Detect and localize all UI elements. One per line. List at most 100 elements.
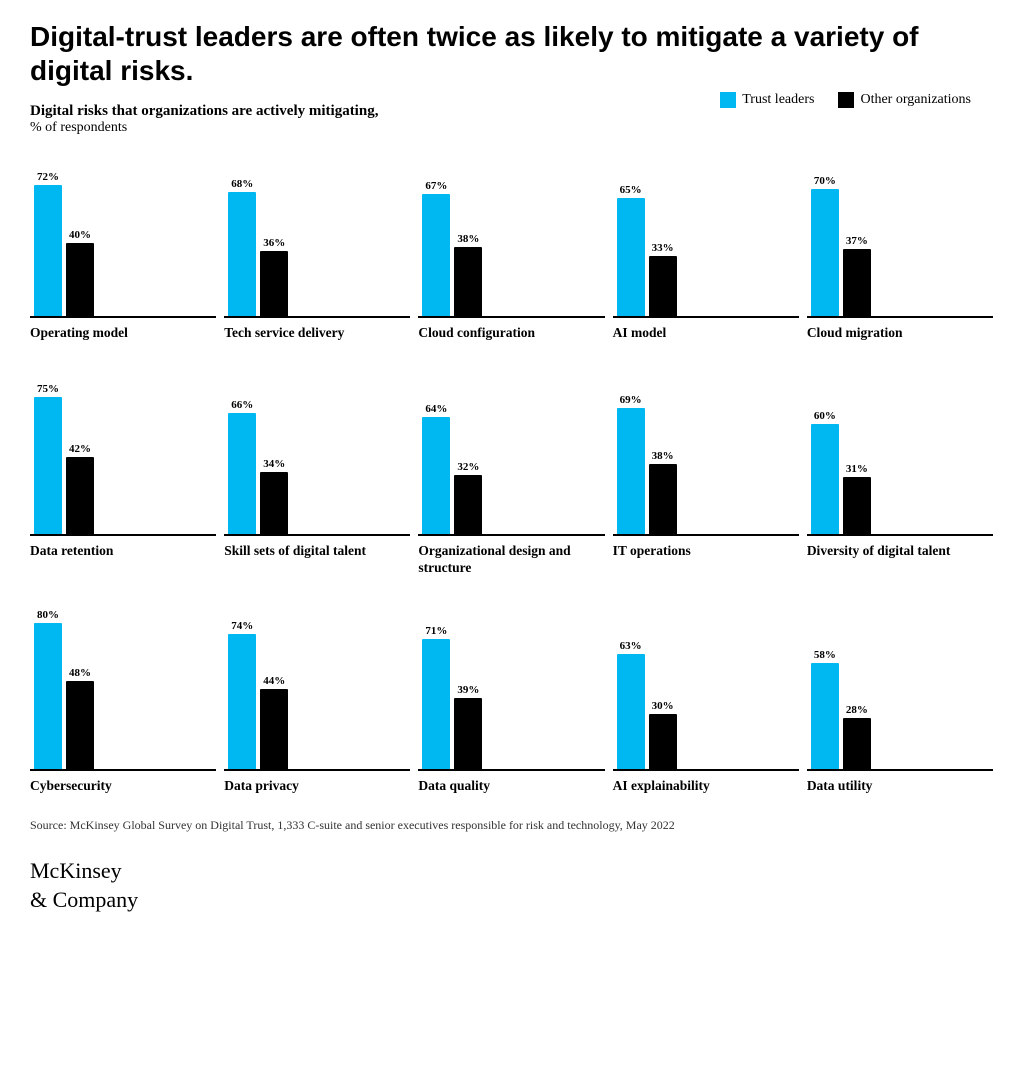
other-bar-wrapper: 34% — [260, 458, 288, 534]
chart-separator-line — [418, 769, 604, 771]
trust-bar — [617, 654, 645, 769]
other-orgs-label: Other organizations — [860, 92, 971, 108]
trust-bar — [34, 185, 62, 316]
trust-bar-value: 70% — [814, 175, 836, 187]
trust-bar-wrapper: 75% — [34, 383, 62, 534]
trust-bar-value: 80% — [37, 609, 59, 621]
chart-separator-line — [418, 534, 604, 536]
chart-separator-line — [807, 534, 993, 536]
other-orgs-color-box — [838, 92, 854, 108]
main-title: Digital-trust leaders are often twice as… — [30, 20, 1001, 87]
other-bar-wrapper: 30% — [649, 700, 677, 769]
trust-bar-wrapper: 66% — [228, 399, 256, 533]
other-bar — [454, 247, 482, 316]
other-bar-value: 40% — [69, 229, 91, 241]
trust-bar — [811, 663, 839, 769]
chart-item-0-2: 67%38%Cloud configuration — [418, 156, 612, 342]
chart-separator-line — [30, 769, 216, 771]
chart-item-2-1: 74%44%Data privacy — [224, 609, 418, 795]
trust-bar — [228, 634, 256, 769]
chart-item-0-0: 72% 40% Operating model — [30, 156, 224, 342]
chart-separator-line — [807, 769, 993, 771]
chart-separator-line — [418, 316, 604, 318]
other-bar-value: 33% — [652, 242, 674, 254]
other-bar — [66, 243, 94, 316]
chart-item-2-0: 80% 48% Cybersecurity — [30, 609, 224, 795]
logo-line1: McKinsey — [30, 857, 1001, 886]
other-bar — [66, 681, 94, 769]
chart-item-1-4: 60%31%Diversity of digital talent — [807, 374, 1001, 577]
trust-bar — [811, 189, 839, 317]
trust-leaders-label: Trust leaders — [742, 92, 814, 108]
other-bar-wrapper: 39% — [454, 684, 482, 769]
other-bar-value: 36% — [263, 237, 285, 249]
trust-bar-wrapper: 71% — [422, 625, 450, 768]
trust-bar — [422, 194, 450, 316]
trust-bar — [617, 408, 645, 534]
chart-item-1-3: 69%38%IT operations — [613, 374, 807, 577]
other-bar-wrapper: 33% — [649, 242, 677, 316]
other-bar-value: 44% — [263, 675, 285, 687]
header: Digital-trust leaders are often twice as… — [30, 20, 1001, 136]
chart-label-1-0: Data retention — [30, 542, 113, 560]
chart-item-1-2: 64%32%Organizational design and structur… — [418, 374, 612, 577]
other-bar-value: 48% — [69, 667, 91, 679]
subtitle-sub: % of respondents — [30, 120, 1001, 136]
other-bar — [649, 714, 677, 769]
other-bar-value: 34% — [263, 458, 285, 470]
trust-bar — [34, 623, 62, 769]
other-bar-value: 37% — [846, 235, 868, 247]
trust-bar-value: 65% — [620, 184, 642, 196]
trust-bar-value: 60% — [814, 410, 836, 422]
trust-bar-wrapper: 64% — [422, 403, 450, 534]
legend-trust-leaders: Trust leaders — [720, 92, 814, 108]
chart-item-1-0: 75% 42% Data retention — [30, 374, 224, 577]
chart-separator-line — [613, 769, 799, 771]
trust-bar — [422, 639, 450, 768]
trust-bar-value: 68% — [231, 178, 253, 190]
other-bar — [260, 689, 288, 769]
other-bar-value: 30% — [652, 700, 674, 712]
trust-bar — [228, 413, 256, 533]
chart-label-2-0: Cybersecurity — [30, 777, 112, 795]
logo-line2: & Company — [30, 886, 1001, 915]
trust-bar-value: 66% — [231, 399, 253, 411]
trust-bar-wrapper: 69% — [617, 394, 645, 534]
chart-label-0-0: Operating model — [30, 324, 128, 342]
chart-label-1-3: IT operations — [613, 542, 691, 560]
charts-section: 72%40%Operating model68%36%Tech service … — [30, 156, 1001, 794]
trust-bar — [34, 397, 62, 534]
trust-bar-value: 69% — [620, 394, 642, 406]
chart-item-2-3: 63%30%AI explainability — [613, 609, 807, 795]
trust-bar-value: 64% — [425, 403, 447, 415]
chart-separator-line — [224, 316, 410, 318]
other-bar-value: 42% — [69, 443, 91, 455]
chart-item-0-4: 70%37%Cloud migration — [807, 156, 1001, 342]
trust-bar — [617, 198, 645, 317]
chart-separator-line — [30, 316, 216, 318]
source-text: Source: McKinsey Global Survey on Digita… — [30, 818, 1001, 833]
other-bar — [454, 698, 482, 769]
trust-bar-value: 67% — [425, 180, 447, 192]
trust-bar-value: 74% — [231, 620, 253, 632]
chart-separator-line — [224, 534, 410, 536]
trust-bar-wrapper: 58% — [811, 649, 839, 769]
trust-bar-wrapper: 63% — [617, 640, 645, 769]
trust-bar-wrapper: 72% — [34, 171, 62, 316]
trust-bar-wrapper: 70% — [811, 175, 839, 317]
other-bar — [843, 718, 871, 769]
other-bar — [649, 464, 677, 533]
trust-bar-wrapper: 68% — [228, 178, 256, 316]
legend: Trust leaders Other organizations — [720, 92, 971, 108]
other-bar — [66, 457, 94, 534]
trust-bar-wrapper: 65% — [617, 184, 645, 317]
chart-label-2-4: Data utility — [807, 777, 873, 795]
other-bar-value: 28% — [846, 704, 868, 716]
other-bar — [454, 475, 482, 533]
chart-separator-line — [30, 534, 216, 536]
other-bar-wrapper: 44% — [260, 675, 288, 769]
chart-label-1-4: Diversity of digital talent — [807, 542, 951, 560]
other-bar — [649, 256, 677, 316]
trust-bar-wrapper: 74% — [228, 620, 256, 769]
chart-label-1-1: Skill sets of digital talent — [224, 542, 366, 560]
